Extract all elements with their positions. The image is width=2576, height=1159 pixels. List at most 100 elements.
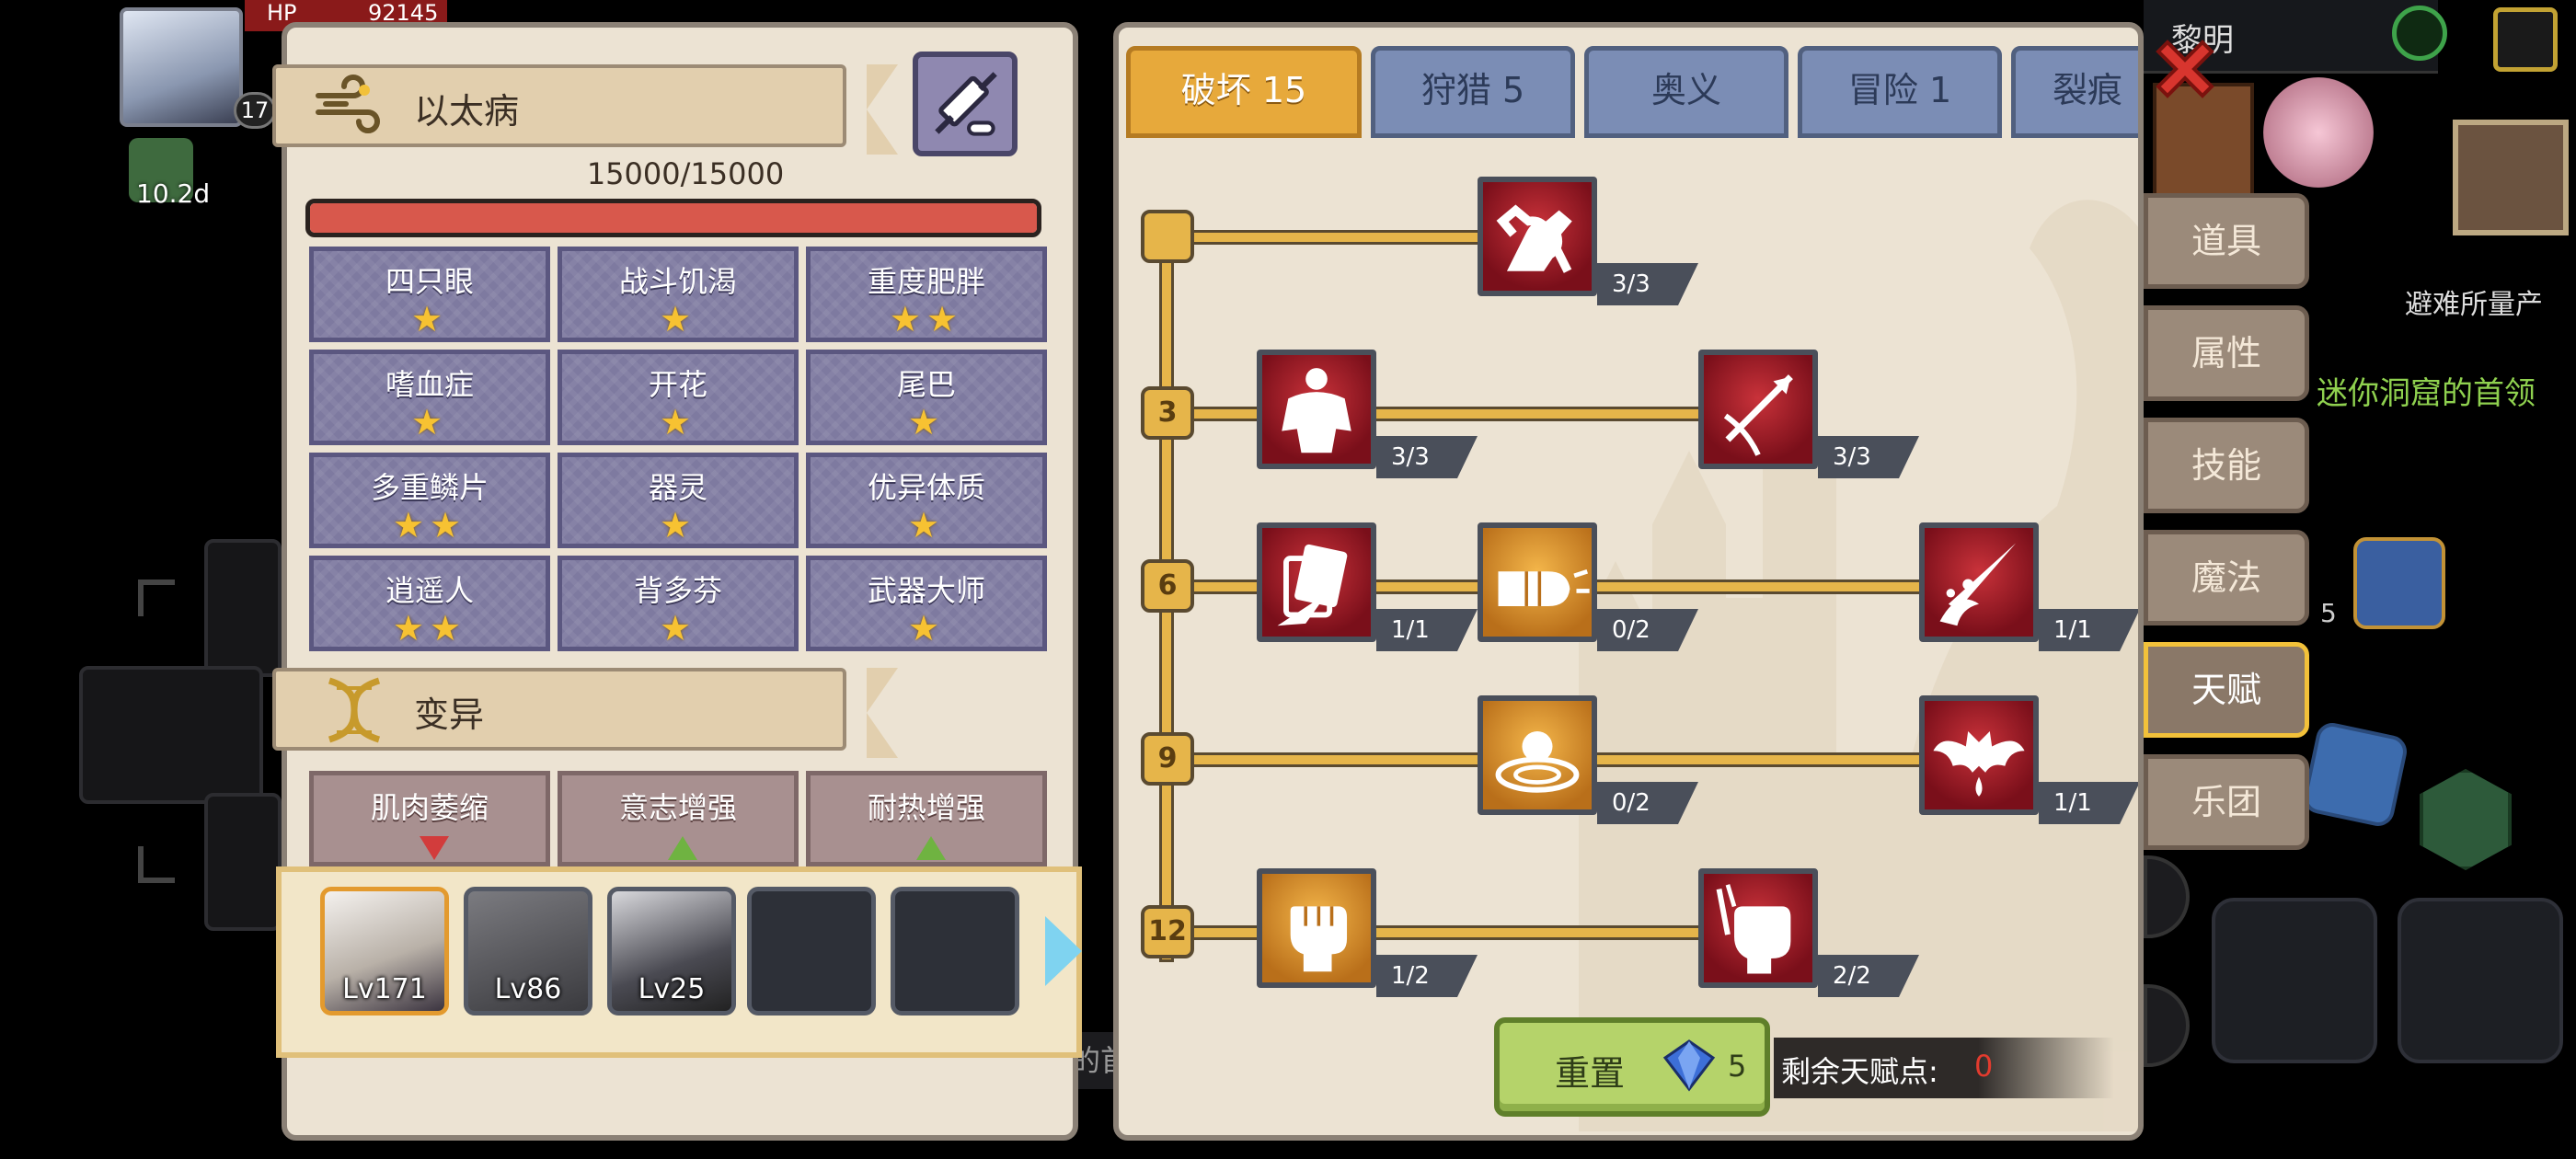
- shelter-production-text: 避难所量产: [2405, 289, 2543, 321]
- dna-icon: [328, 677, 381, 743]
- star-rating: ★: [659, 505, 697, 545]
- star-rating: ★★: [392, 505, 467, 545]
- mutation-cell[interactable]: 肌肉萎缩: [309, 771, 550, 866]
- talent-count: 3/3: [1597, 263, 1698, 305]
- sword-attack-button[interactable]: [2212, 898, 2377, 1063]
- buff-timer: 10.2d: [136, 178, 211, 209]
- fist-punch-icon: [1498, 568, 1590, 606]
- disease-hp-text: 15000/15000: [586, 156, 785, 191]
- arrow-down-icon: [420, 836, 449, 860]
- level-node-9: 9: [1141, 732, 1194, 786]
- nature-skill-icon[interactable]: [2420, 769, 2512, 870]
- tab-destroy[interactable]: 破坏 15: [1126, 46, 1362, 138]
- star-rating: ★: [907, 402, 946, 442]
- background-circle-button[interactable]: [2144, 855, 2190, 938]
- talent-blade-splash[interactable]: [1919, 522, 2039, 642]
- player-avatar[interactable]: [120, 7, 243, 127]
- star-rating: ★: [907, 608, 946, 648]
- talent-count: 1/2: [1376, 955, 1478, 997]
- talent-card-slash[interactable]: [1257, 522, 1376, 642]
- tree-branch: [1159, 925, 1739, 940]
- disease-header-ribbon: 以太病: [272, 64, 898, 155]
- syringe-button[interactable]: [913, 52, 1018, 156]
- side-menu-skills[interactable]: 技能: [2144, 418, 2309, 513]
- npc-bunny-portrait[interactable]: [2263, 77, 2374, 188]
- side-menu-attributes[interactable]: 属性: [2144, 305, 2309, 401]
- star-rating: ★: [659, 608, 697, 648]
- talent-count: 2/2: [1818, 955, 1919, 997]
- talent-piercing-arrow[interactable]: [1698, 350, 1818, 469]
- minimap-frame[interactable]: [2453, 120, 2569, 235]
- shockwave-icon: [1495, 731, 1580, 793]
- star-rating: ★: [659, 299, 697, 339]
- side-menu-talent[interactable]: 天赋: [2144, 642, 2309, 738]
- trait-cell[interactable]: 嗜血症 ★: [309, 350, 550, 445]
- raised-fist-icon: [1290, 906, 1348, 972]
- mutation-name: 耐热增强: [867, 790, 985, 825]
- reset-talents-button[interactable]: 重置 5: [1494, 1017, 1770, 1117]
- trait-cell[interactable]: 器灵 ★: [558, 453, 799, 548]
- talent-shockwave[interactable]: [1478, 695, 1597, 815]
- talent-fist-punch[interactable]: [1478, 522, 1597, 642]
- talent-raised-fist[interactable]: [1257, 868, 1376, 988]
- trait-name: 开花: [648, 367, 707, 402]
- character-status-panel: 以太病 15000/15000 四只眼 ★ 战斗饥渴 ★ 重度肥胖 ★★ 嗜血症 ★ 开花 ★ 尾巴…: [272, 22, 1082, 1141]
- star-rating: ★★: [889, 299, 964, 339]
- trait-cell[interactable]: 尾巴 ★: [806, 350, 1047, 445]
- character-portrait-slot[interactable]: Lv25: [607, 887, 736, 1016]
- side-menu-band[interactable]: 乐团: [2144, 754, 2309, 850]
- bow-attack-button[interactable]: [2398, 898, 2563, 1063]
- ether-wind-icon: [316, 75, 380, 133]
- trait-name: 尾巴: [896, 367, 956, 402]
- close-button[interactable]: [2144, 28, 2226, 110]
- trait-cell[interactable]: 优异体质 ★: [806, 453, 1047, 548]
- side-menu-items[interactable]: 道具: [2144, 193, 2309, 289]
- dpad-up-button[interactable]: [204, 539, 282, 677]
- empty-character-slot[interactable]: [891, 887, 1019, 1016]
- level-node-12: 12: [1141, 905, 1194, 958]
- trait-name: 嗜血症: [385, 367, 474, 402]
- tab-mystery[interactable]: 奥义: [1584, 46, 1788, 138]
- dpad-down-button[interactable]: [204, 793, 282, 931]
- network-globe-icon[interactable]: [2392, 6, 2447, 61]
- trait-cell[interactable]: 武器大师 ★: [806, 556, 1047, 651]
- exit-fullscreen-button[interactable]: [2493, 7, 2558, 72]
- mutation-cell[interactable]: 意志增强: [558, 771, 799, 866]
- next-page-arrow-icon[interactable]: [1045, 916, 1082, 986]
- stack-count: 5: [2320, 598, 2337, 628]
- talent-count: 3/3: [1376, 436, 1478, 478]
- corner-bracket-icon: [138, 846, 175, 883]
- character-portrait-slot[interactable]: Lv86: [464, 887, 592, 1016]
- level-node-3: 3: [1141, 386, 1194, 440]
- background-circle-button[interactable]: [2144, 984, 2190, 1067]
- talent-bat-blood[interactable]: [1919, 695, 2039, 815]
- talent-count: 0/2: [1597, 782, 1698, 824]
- spear-skill-icon[interactable]: [2300, 719, 2410, 830]
- tab-adventure[interactable]: 冒险 1: [1798, 46, 2002, 138]
- trait-cell[interactable]: 背多芬 ★: [558, 556, 799, 651]
- talent-arm-wrestle[interactable]: [1478, 177, 1597, 296]
- mutation-cell[interactable]: 耐热增强: [806, 771, 1047, 866]
- tab-rift[interactable]: 裂痕: [2011, 46, 2138, 138]
- disease-title: 以太病: [414, 91, 520, 132]
- mutation-name: 意志增强: [618, 790, 737, 825]
- tab-hunt[interactable]: 狩猎 5: [1371, 46, 1575, 138]
- trait-cell[interactable]: 重度肥胖 ★★: [806, 247, 1047, 342]
- trait-cell[interactable]: 战斗饥渴 ★: [558, 247, 799, 342]
- quest-tracker-text[interactable]: 迷你洞窟的首领: [2317, 368, 2536, 413]
- star-rating: ★: [907, 505, 946, 545]
- staff-item-icon[interactable]: [2353, 537, 2445, 629]
- trait-cell[interactable]: 四只眼 ★: [309, 247, 550, 342]
- side-menu-magic[interactable]: 魔法: [2144, 530, 2309, 625]
- bat-blood-icon: [1933, 731, 2025, 797]
- talent-count: 1/1: [2039, 782, 2138, 824]
- talent-muscle-body[interactable]: [1257, 350, 1376, 469]
- trait-cell[interactable]: 多重鳞片 ★★: [309, 453, 550, 548]
- dpad-left-button[interactable]: [79, 666, 263, 804]
- remaining-points-value: 0: [1974, 1049, 1994, 1084]
- empty-character-slot[interactable]: [747, 887, 876, 1016]
- trait-cell[interactable]: 开花 ★: [558, 350, 799, 445]
- character-portrait-slot[interactable]: Lv171: [320, 887, 449, 1016]
- talent-power-fist[interactable]: [1698, 868, 1818, 988]
- trait-cell[interactable]: 逍遥人 ★★: [309, 556, 550, 651]
